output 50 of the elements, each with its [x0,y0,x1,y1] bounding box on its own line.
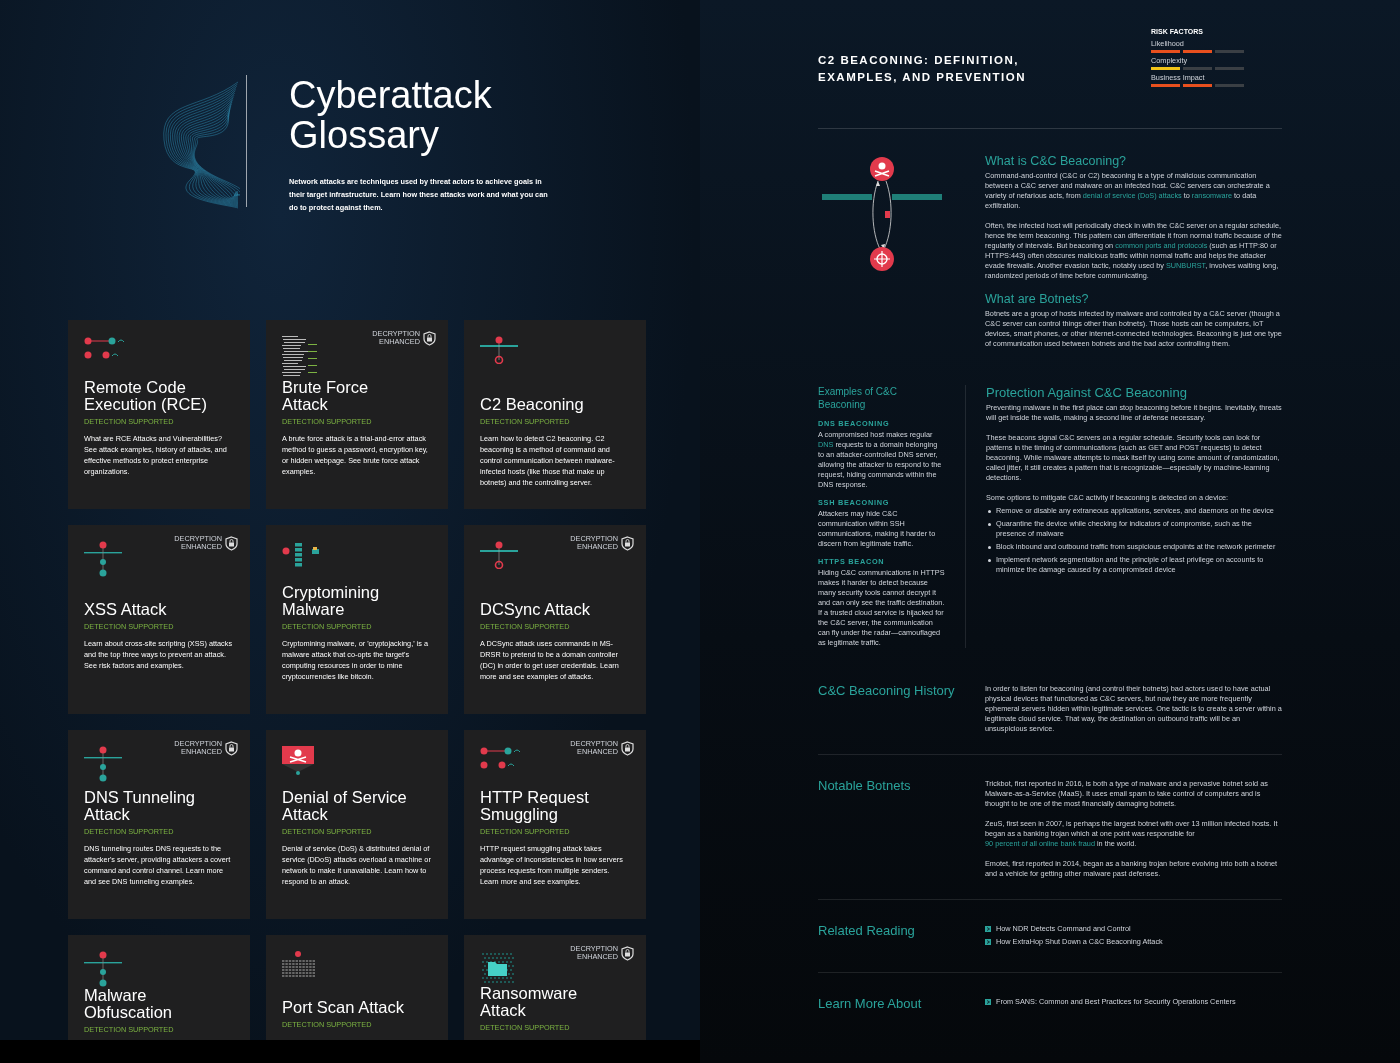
node-diagram-icon [480,336,518,364]
card-title: XSS Attack [84,601,168,618]
node-diagram-icon [480,541,518,569]
bullet-icon [988,523,991,526]
arrow-square-icon [985,926,991,932]
node-diagram-icon [84,951,122,987]
card-title: DNS Tunneling Attack [84,789,196,823]
article-title: C2 BEACONING: DEFINITION, EXAMPLES, AND PREVENTION [818,53,1027,85]
server-stack-icon [282,541,320,569]
section-heading: Learn More About [818,995,923,1012]
shield-lock-icon [621,535,634,551]
card-title: Denial of Service Attack [282,789,408,823]
shield-lock-icon [423,330,436,346]
shield-lock-icon [621,945,634,961]
glossary-card[interactable] [266,730,448,919]
glossary-card[interactable] [266,320,448,509]
section-heading: Protection Against C&C Beaconing [986,385,1188,401]
bullet-icon [988,546,991,549]
bullet-icon [988,559,991,562]
card-title: Port Scan Attack [282,999,405,1016]
node-diagram-icon [84,746,122,782]
arrow-square-icon [985,939,991,945]
section-heading: What are Botnets? [985,291,1090,307]
card-title: Malware Obfuscation [84,987,174,1021]
arrow-square-icon [985,999,991,1005]
section-heading: Examples of C&C Beaconing [818,385,898,411]
card-title: C2 Beaconing [480,396,585,413]
card-title: Remote Code Execution (RCE) [84,379,208,413]
section-heading: Notable Botnets [818,777,912,795]
bullet-icon [988,510,991,513]
shield-lock-icon [225,535,238,551]
glossary-card[interactable] [68,730,250,919]
card-title: HTTP Request Smuggling [480,789,590,823]
text-lines-icon [282,336,318,378]
card-title: DCSync Attack [480,601,592,618]
card-title: Ransomware Attack [480,985,579,1019]
grid-icon [282,951,316,978]
card-title: Cryptomining Malware [282,584,381,618]
node-diagram-icon [84,541,122,577]
glossary-card[interactable] [464,730,646,919]
page-title: Cyberattack Glossary [289,75,493,155]
glossary-card[interactable] [464,525,646,714]
card-title: Brute Force Attack [282,379,370,413]
shield-lock-icon [225,740,238,756]
section-heading: What is C&C Beaconing? [985,153,1128,169]
section-heading: C&C Beaconing History [818,682,956,700]
glossary-card[interactable] [464,320,646,509]
folder-icon [480,951,516,985]
section-heading: Related Reading [818,922,916,940]
shield-lock-icon [621,740,634,756]
